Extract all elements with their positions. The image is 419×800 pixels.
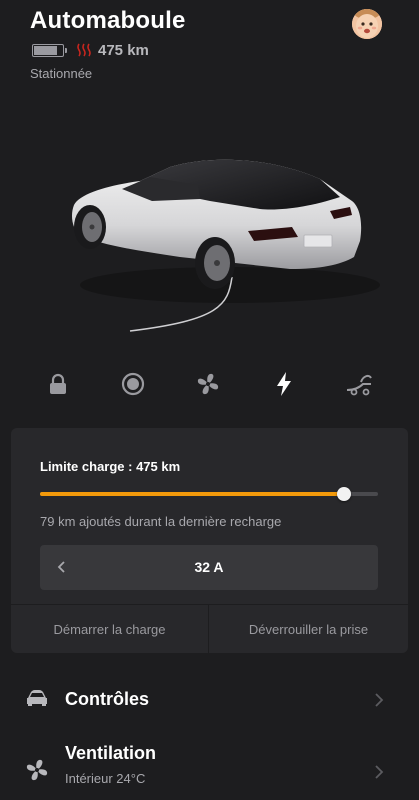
menu-item-title: Contrôles <box>65 689 150 709</box>
lightning-icon[interactable] <box>266 367 302 401</box>
car-icon <box>27 690 47 706</box>
chevron-right-icon <box>375 765 384 779</box>
charge-added-text: 79 km ajoutés durant la dernière recharg… <box>40 514 282 529</box>
fan-icon[interactable] <box>190 367 226 401</box>
start-charge-button[interactable]: Démarrer la charge <box>11 605 208 653</box>
trunk-icon[interactable] <box>341 367 377 401</box>
sentry-icon[interactable] <box>115 367 151 401</box>
charging-card: Limite charge : 475 km 79 km ajoutés dur… <box>11 428 408 653</box>
charge-current-selector[interactable]: 32 A <box>40 545 378 590</box>
menu-item-title: Ventilation <box>65 743 157 763</box>
menu-item-controls[interactable]: Contrôles <box>0 680 419 720</box>
battery-icon <box>32 43 67 57</box>
battery-heating-icon <box>77 43 91 57</box>
chevron-right-icon <box>375 693 384 707</box>
charge-current-value: 32 A <box>194 559 224 575</box>
range-text: 475 km <box>98 41 149 59</box>
slider-thumb[interactable] <box>337 487 352 501</box>
charge-limit-label: Limite charge : 475 km <box>40 459 181 474</box>
quick-actions-bar <box>0 367 419 401</box>
status-row: 475 km <box>30 41 419 59</box>
menu-item-subtitle: Intérieur 24°C <box>65 771 146 786</box>
lock-icon[interactable] <box>40 367 76 401</box>
vehicle-state: Stationnée <box>30 66 93 81</box>
car-image <box>60 145 380 345</box>
profile-avatar[interactable] <box>352 9 382 39</box>
charge-limit-slider[interactable] <box>40 487 378 501</box>
fan-icon <box>26 759 48 781</box>
unlock-port-button[interactable]: Déverrouiller la prise <box>209 605 408 653</box>
menu-item-ventilation[interactable]: Ventilation Intérieur 24°C <box>0 738 419 794</box>
